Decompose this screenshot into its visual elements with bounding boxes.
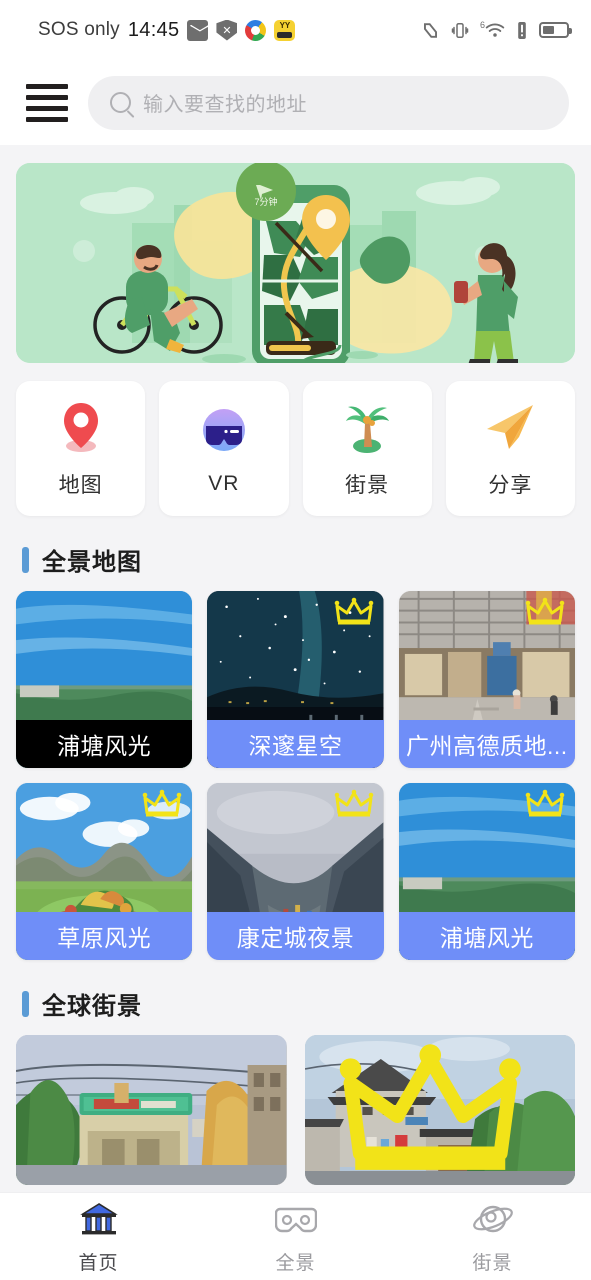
mail-icon [187, 19, 209, 41]
section-title: 全景地图 [42, 549, 142, 576]
quick-action-label: VR [208, 472, 240, 495]
streetview-card[interactable] [16, 1035, 287, 1185]
crown-badge-icon [334, 597, 373, 625]
status-bar: SOS only 14:45 6 [0, 0, 591, 60]
crown-badge-icon [525, 597, 565, 625]
quick-action-label: 街景 [345, 474, 390, 497]
tab-label: 街景 [472, 1252, 513, 1274]
paper-plane-icon [481, 398, 539, 456]
bottom-tab-bar: 首页 全景 街景 [0, 1192, 591, 1280]
clock-label: 14:45 [127, 18, 180, 41]
panorama-title: 浦塘风光 [398, 912, 575, 960]
search-input[interactable]: 输入要查找的地址 [88, 75, 569, 130]
quick-action-map[interactable]: 地图 [16, 381, 146, 516]
wifi-generation-label: 6 [480, 19, 486, 30]
streetview-card[interactable] [304, 1035, 575, 1185]
app-screen: SOS only 14:45 6 [0, 0, 591, 1280]
nfc-icon [421, 21, 440, 40]
panorama-card[interactable]: 浦塘风光 [398, 783, 575, 960]
panorama-card[interactable]: 浦塘风光 [16, 591, 193, 768]
app-header: 输入要查找的地址 [0, 60, 591, 145]
quick-action-streetview[interactable]: 街景 [302, 381, 432, 516]
battery-icon [539, 22, 572, 38]
vr-goggles-icon [195, 401, 253, 459]
panorama-title: 深邃星空 [207, 720, 384, 768]
panorama-card[interactable]: 深邃星空 [207, 591, 384, 768]
panorama-title: 康定城夜景 [207, 912, 384, 960]
map-pin-icon [52, 398, 110, 456]
palm-tree-icon [338, 398, 396, 456]
vibrate-icon [451, 21, 469, 40]
tab-panorama[interactable]: 全景 [197, 1199, 394, 1275]
bank-home-icon [79, 1199, 119, 1241]
scroll-content[interactable]: 7分钟 地图 VR 街景 分享 全景地图 浦塘风光 深邃星空 广州高德质地...… [0, 145, 591, 1192]
quick-action-label: 分享 [488, 474, 533, 497]
panorama-title: 浦塘风光 [16, 720, 193, 768]
wifi-6-icon: 6 [480, 19, 505, 39]
search-icon [110, 92, 131, 113]
alert-icon [516, 21, 528, 40]
status-bar-right: 6 [421, 19, 572, 40]
search-placeholder: 输入要查找的地址 [143, 94, 307, 116]
yy-app-icon [274, 19, 296, 41]
panorama-card[interactable]: 广州高德质地... [398, 591, 575, 768]
planet-icon [472, 1199, 514, 1241]
tab-home[interactable]: 首页 [0, 1199, 197, 1275]
panorama-title: 广州高德质地... [398, 720, 575, 768]
quick-actions: 地图 VR 街景 分享 [0, 363, 591, 516]
quick-action-label: 地图 [58, 474, 103, 497]
crown-badge-icon [339, 1044, 521, 1170]
tab-label: 全景 [275, 1252, 316, 1274]
crown-badge-icon [143, 789, 182, 817]
streetview-thumbnail [16, 1035, 287, 1185]
shield-block-icon [216, 19, 238, 41]
crown-badge-icon [334, 789, 373, 817]
section-accent-bar [22, 546, 29, 573]
crown-badge-icon [525, 789, 565, 817]
panorama-card[interactable]: 草原风光 [16, 783, 193, 960]
streetview-grid [0, 1035, 591, 1192]
status-bar-left: SOS only 14:45 [38, 18, 296, 42]
navigation-illustration-banner[interactable]: 7分钟 [16, 163, 575, 363]
carrier-label: SOS only [38, 19, 120, 40]
panorama-grid: 浦塘风光 深邃星空 广州高德质地... 草原风光 康定城夜景 浦塘风光 [0, 591, 591, 960]
tab-streetview[interactable]: 街景 [394, 1199, 591, 1275]
section-header-streetview: 全球街景 [0, 960, 591, 1035]
hamburger-menu-icon[interactable] [24, 83, 70, 123]
vr-goggles-icon [274, 1199, 317, 1241]
panorama-title: 草原风光 [16, 912, 193, 960]
quick-action-share[interactable]: 分享 [445, 381, 575, 516]
tab-label: 首页 [78, 1252, 119, 1274]
quick-action-vr[interactable]: VR [159, 381, 289, 516]
banner-badge-text: 7分钟 [254, 196, 277, 207]
section-title: 全球街景 [42, 993, 142, 1020]
section-header-panorama: 全景地图 [0, 516, 591, 591]
panorama-card[interactable]: 康定城夜景 [207, 783, 384, 960]
section-accent-bar [22, 990, 29, 1017]
color-app-icon [245, 19, 267, 41]
